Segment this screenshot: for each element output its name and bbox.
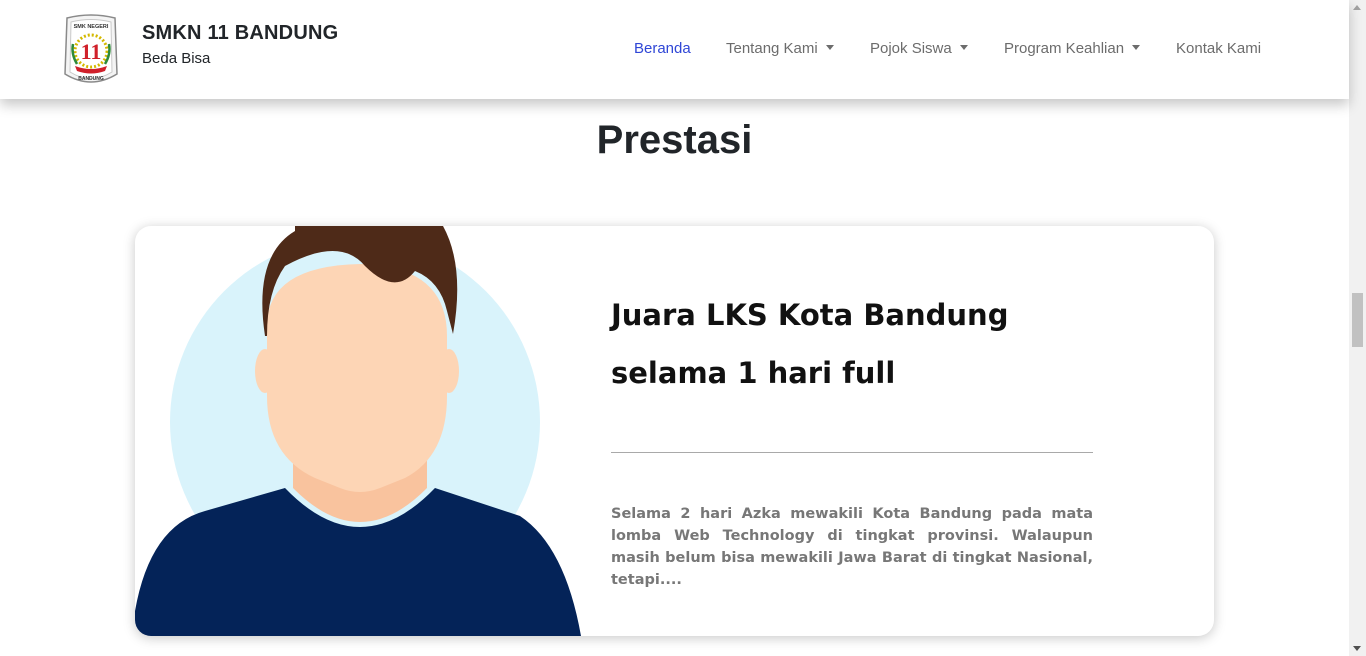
- scroll-down-arrow-icon[interactable]: [1353, 646, 1361, 651]
- section-title: Prestasi: [596, 118, 753, 162]
- navbar: SMK NEGERI 11 BANDUNG SMKN 11 BANDUNG Be…: [0, 0, 1349, 99]
- nav-pojok-siswa[interactable]: Pojok Siswa: [870, 40, 968, 57]
- caret-down-icon: [825, 45, 834, 50]
- nav-program-keahlian[interactable]: Program Keahlian: [1004, 40, 1141, 57]
- nav-label: Pojok Siswa: [870, 40, 952, 57]
- card-title[interactable]: Juara LKS Kota Bandung selama 1 hari ful…: [611, 286, 1081, 402]
- nav-label: Kontak Kami: [1176, 40, 1262, 57]
- scrollbar-thumb[interactable]: [1352, 293, 1363, 347]
- scroll-up-arrow-icon[interactable]: [1353, 5, 1361, 10]
- caret-down-icon: [959, 45, 968, 50]
- logo-top-text: SMK NEGERI: [74, 24, 109, 30]
- logo-bottom-text: BANDUNG: [78, 76, 104, 82]
- main-nav: Beranda Tentang Kami Pojok Siswa Program…: [0, 40, 1349, 60]
- card-divider: [611, 452, 1093, 453]
- achievement-card[interactable]: Juara LKS Kota Bandung selama 1 hari ful…: [135, 226, 1214, 636]
- card-description: Selama 2 hari Azka mewakili Kota Bandung…: [611, 506, 1093, 588]
- nav-label: Program Keahlian: [1004, 40, 1125, 57]
- nav-beranda[interactable]: Beranda: [634, 40, 691, 57]
- page-scrollbar[interactable]: [1349, 0, 1366, 656]
- nav-tentang-kami[interactable]: Tentang Kami: [726, 40, 834, 57]
- nav-label: Tentang Kami: [726, 40, 818, 57]
- nav-label: Beranda: [634, 40, 691, 57]
- caret-down-icon: [1132, 45, 1141, 50]
- person-avatar-illustration: [135, 226, 581, 636]
- nav-kontak-kami[interactable]: Kontak Kami: [1176, 40, 1261, 57]
